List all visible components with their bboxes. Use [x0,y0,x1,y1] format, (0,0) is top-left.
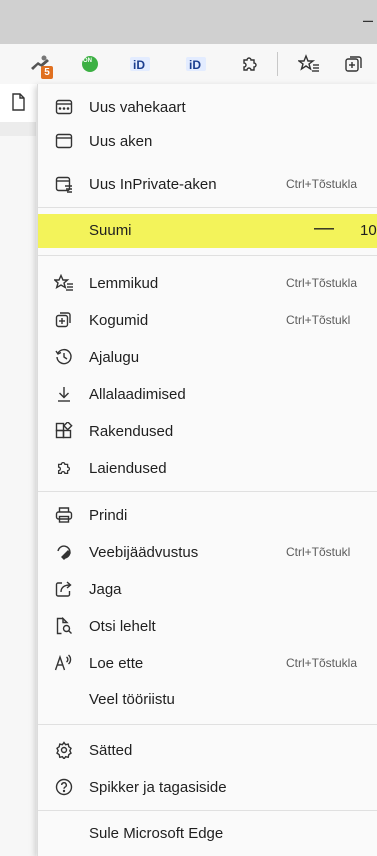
zoom-out-button[interactable]: — [314,217,334,240]
print-icon [54,505,74,525]
toolbar-divider [277,52,278,76]
favorites-icon [54,273,74,293]
menu-item-share[interactable]: Jaga [38,572,377,606]
menu-item-label: Loe ette [89,654,144,672]
browser-toolbar: 5 ON iD iD [0,44,377,84]
menu-item-label: Allalaadimised [89,385,186,403]
extensions-icon [54,458,74,478]
menu-item-label: Spikker ja tagasiside [89,778,227,796]
menu-item-label: Veebijäädvustus [89,543,199,561]
favorites-star-icon[interactable] [297,52,321,76]
svg-text:iD: iD [133,58,145,72]
web-capture-icon [54,542,74,562]
gear-icon [54,740,74,760]
help-icon [54,777,74,797]
page-tab[interactable] [0,84,36,122]
menu-item-label: Ajalugu [89,348,140,366]
menu-item-help-feedback[interactable]: Spikker ja tagasiside [38,770,377,804]
page-strip [0,84,36,856]
menu-item-zoom[interactable]: Suumi — 100 [38,214,377,248]
settings-menu: Uus vahekaart Uus aken Uus InPrivate-ake… [37,84,377,856]
menu-item-label: Veel tööriistu [89,690,175,708]
extension-badge: 5 [41,66,53,79]
read-aloud-icon [54,653,74,673]
menu-item-shortcut: Ctrl+Tõstukla [286,177,358,191]
menu-item-new-tab[interactable]: Uus vahekaart [38,90,377,124]
menu-item-extensions[interactable]: Laiendused [38,451,377,485]
download-icon [54,384,74,404]
menu-item-label: Sätted [89,741,133,759]
menu-item-web-capture[interactable]: Veebijäädvustus Ctrl+Tõstukl [38,535,377,569]
history-icon [54,347,74,367]
menu-item-label: Kogumid [89,311,149,329]
extension-figure-icon[interactable]: 5 [28,52,53,79]
menu-item-label: Sule Microsoft Edge [89,824,224,842]
menu-item-collections[interactable]: Kogumid Ctrl+Tõstukl [38,303,377,337]
menu-separator [38,491,377,492]
window-titlebar: – [0,0,377,44]
menu-item-label: Uus InPrivate-aken [89,175,217,193]
menu-item-history[interactable]: Ajalugu [38,340,377,374]
menu-item-label: Lemmikud [89,274,159,292]
menu-item-new-inprivate-window[interactable]: Uus InPrivate-aken Ctrl+Tõstukla [38,167,377,201]
new-tab-icon [54,97,74,117]
menu-item-label: Prindi [89,506,128,524]
menu-item-shortcut: Ctrl+Tõstukl [286,313,351,327]
page-strip-band [0,122,36,136]
svg-text:iD: iD [189,58,201,72]
menu-item-favorites[interactable]: Lemmikud Ctrl+Tõstukla [38,266,377,300]
menu-separator [38,207,377,208]
zoom-label: Suumi [89,222,132,239]
menu-item-downloads[interactable]: Allalaadimised [38,377,377,411]
collections-icon[interactable] [342,52,366,76]
extension-green-label: ON [83,58,92,64]
menu-item-read-aloud[interactable]: Loe ette Ctrl+Tõstukla [38,646,377,680]
new-window-icon [54,131,74,151]
menu-item-close-edge[interactable]: Sule Microsoft Edge [38,816,377,850]
find-on-page-icon [54,616,74,636]
inprivate-icon [54,174,74,194]
minimize-button[interactable]: – [363,10,373,31]
id-extension-icon[interactable]: iD [128,52,152,76]
collections-menu-icon [54,310,74,330]
id-extension-2-icon[interactable]: iD [184,52,208,76]
menu-item-label: Rakendused [89,422,174,440]
share-icon [54,579,74,599]
menu-separator [38,810,377,811]
menu-item-label: Uus aken [89,132,153,150]
apps-icon [54,421,74,441]
menu-item-shortcut: Ctrl+Tõstukla [286,276,358,290]
menu-item-print[interactable]: Prindi [38,498,377,532]
menu-separator [38,724,377,725]
menu-item-new-window[interactable]: Uus aken [38,124,377,158]
menu-item-label: Jaga [89,580,122,598]
zoom-value: 100 [360,222,377,239]
page-icon [12,93,25,111]
menu-separator [38,255,377,256]
extension-green-icon[interactable]: ON [78,52,102,76]
menu-item-label: Uus vahekaart [89,98,186,116]
menu-item-shortcut: Ctrl+Tõstukla [286,656,358,670]
extensions-puzzle-icon[interactable] [238,52,262,76]
menu-item-label: Otsi lehelt [89,617,156,635]
menu-item-settings[interactable]: Sätted [38,733,377,767]
menu-item-more-tools[interactable]: Veel tööriistu [38,682,377,716]
menu-item-shortcut: Ctrl+Tõstukl [286,545,351,559]
menu-item-label: Laiendused [89,459,167,477]
menu-item-apps[interactable]: Rakendused [38,414,377,448]
menu-item-find-on-page[interactable]: Otsi lehelt [38,609,377,643]
